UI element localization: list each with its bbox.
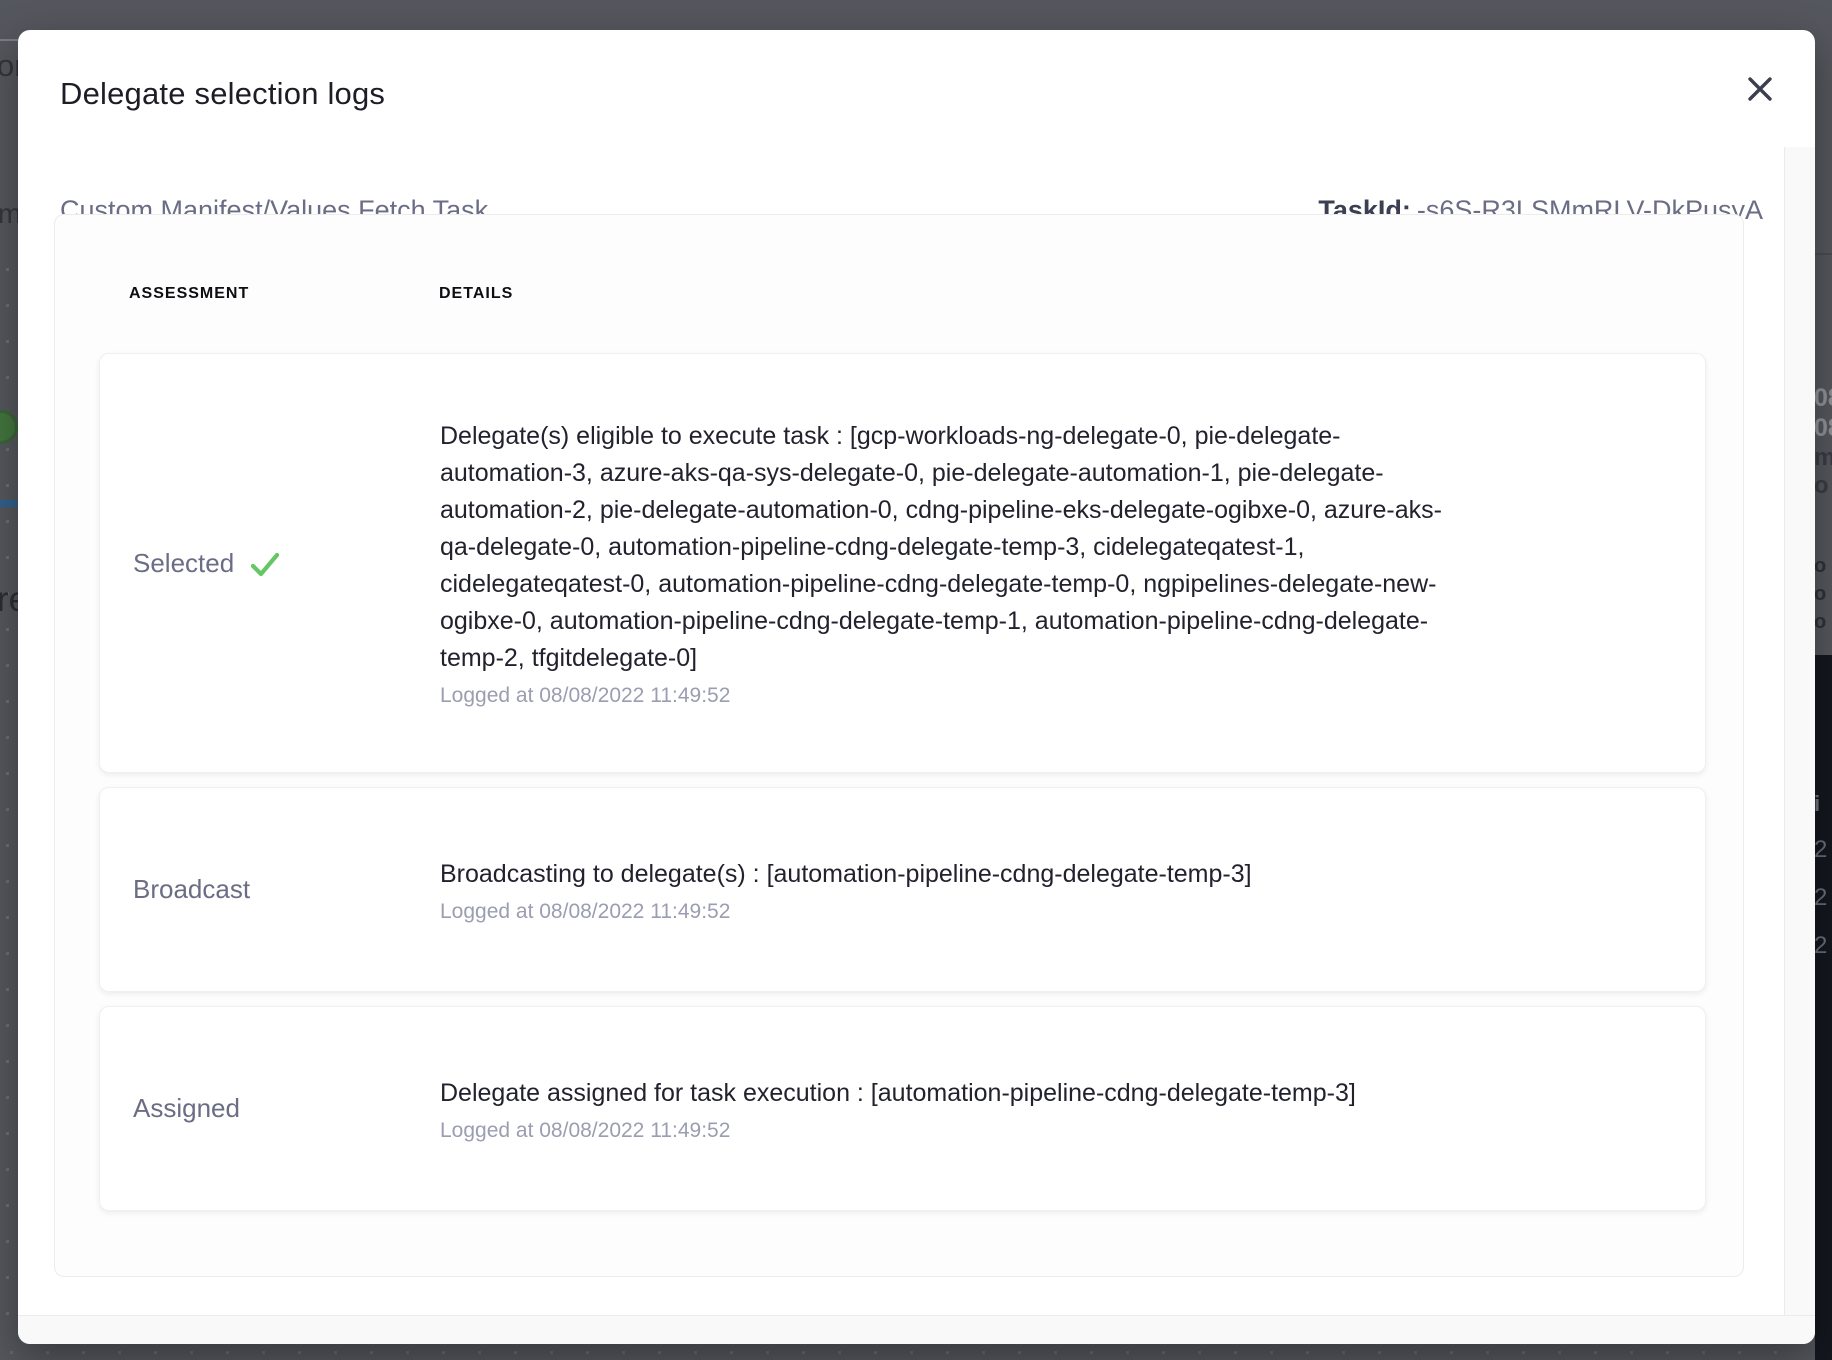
bg-text-fragment: 2 bbox=[1814, 886, 1827, 910]
dialog-title: Delegate selection logs bbox=[60, 76, 385, 112]
bg-text-fragment: 2 bbox=[1814, 934, 1827, 958]
bg-console-panel bbox=[1815, 655, 1832, 1360]
assessment-cell: Selected bbox=[100, 543, 440, 583]
assessment-label: Selected bbox=[133, 548, 234, 579]
log-message: Delegate assigned for task execution : [… bbox=[440, 1075, 1450, 1112]
bg-text-fragment: o bbox=[1814, 584, 1826, 604]
column-header-details: DETAILS bbox=[439, 285, 513, 303]
table-row: Selected Delegate(s) eligible to execute… bbox=[99, 353, 1706, 773]
close-button[interactable] bbox=[1739, 68, 1781, 110]
bg-text-fragment: 08 bbox=[1814, 386, 1832, 411]
bg-text-fragment: o bbox=[1814, 556, 1826, 576]
bg-text-fragment: o bbox=[1814, 474, 1829, 498]
bg-pipeline-dots bbox=[10, 1351, 1810, 1354]
close-icon bbox=[1743, 72, 1777, 106]
vertical-scrollbar[interactable] bbox=[1784, 147, 1815, 1316]
bg-text-fragment: m bbox=[1814, 446, 1832, 470]
assessment-cell: Assigned bbox=[100, 1093, 440, 1124]
bg-pipeline-node-icon bbox=[0, 410, 18, 444]
bg-text-fragment: 2 bbox=[1814, 838, 1827, 862]
bg-divider-line bbox=[0, 39, 18, 41]
table-row: Assigned Delegate assigned for task exec… bbox=[99, 1006, 1706, 1211]
horizontal-scrollbar[interactable] bbox=[18, 1315, 1815, 1344]
column-header-assessment: ASSESSMENT bbox=[129, 285, 249, 303]
log-message: Delegate(s) eligible to execute task : [… bbox=[440, 418, 1450, 677]
log-message: Broadcasting to delegate(s) : [automatio… bbox=[440, 856, 1450, 893]
check-icon bbox=[246, 545, 284, 583]
assessment-label: Assigned bbox=[133, 1093, 240, 1124]
bg-pipeline-connector bbox=[0, 500, 18, 507]
bg-text-fragment: 08 bbox=[1814, 416, 1832, 441]
table-row: Broadcast Broadcasting to delegate(s) : … bbox=[99, 787, 1706, 992]
delegate-selection-logs-dialog: Delegate selection logs Custom Manifest/… bbox=[18, 30, 1815, 1344]
log-timestamp: Logged at 08/08/2022 11:49:52 bbox=[440, 1119, 1610, 1143]
details-cell: Broadcasting to delegate(s) : [automatio… bbox=[440, 856, 1705, 924]
bg-text-fragment: o bbox=[1814, 612, 1826, 632]
assessment-label: Broadcast bbox=[133, 874, 250, 905]
logs-table-panel: ASSESSMENT DETAILS Selected Delegate(s) … bbox=[54, 214, 1744, 1277]
assessment-cell: Broadcast bbox=[100, 874, 440, 905]
log-timestamp: Logged at 08/08/2022 11:49:52 bbox=[440, 684, 1610, 708]
details-cell: Delegate(s) eligible to execute task : [… bbox=[440, 418, 1705, 708]
details-cell: Delegate assigned for task execution : [… bbox=[440, 1075, 1705, 1143]
bg-divider-line bbox=[1815, 253, 1832, 255]
log-timestamp: Logged at 08/08/2022 11:49:52 bbox=[440, 900, 1610, 924]
